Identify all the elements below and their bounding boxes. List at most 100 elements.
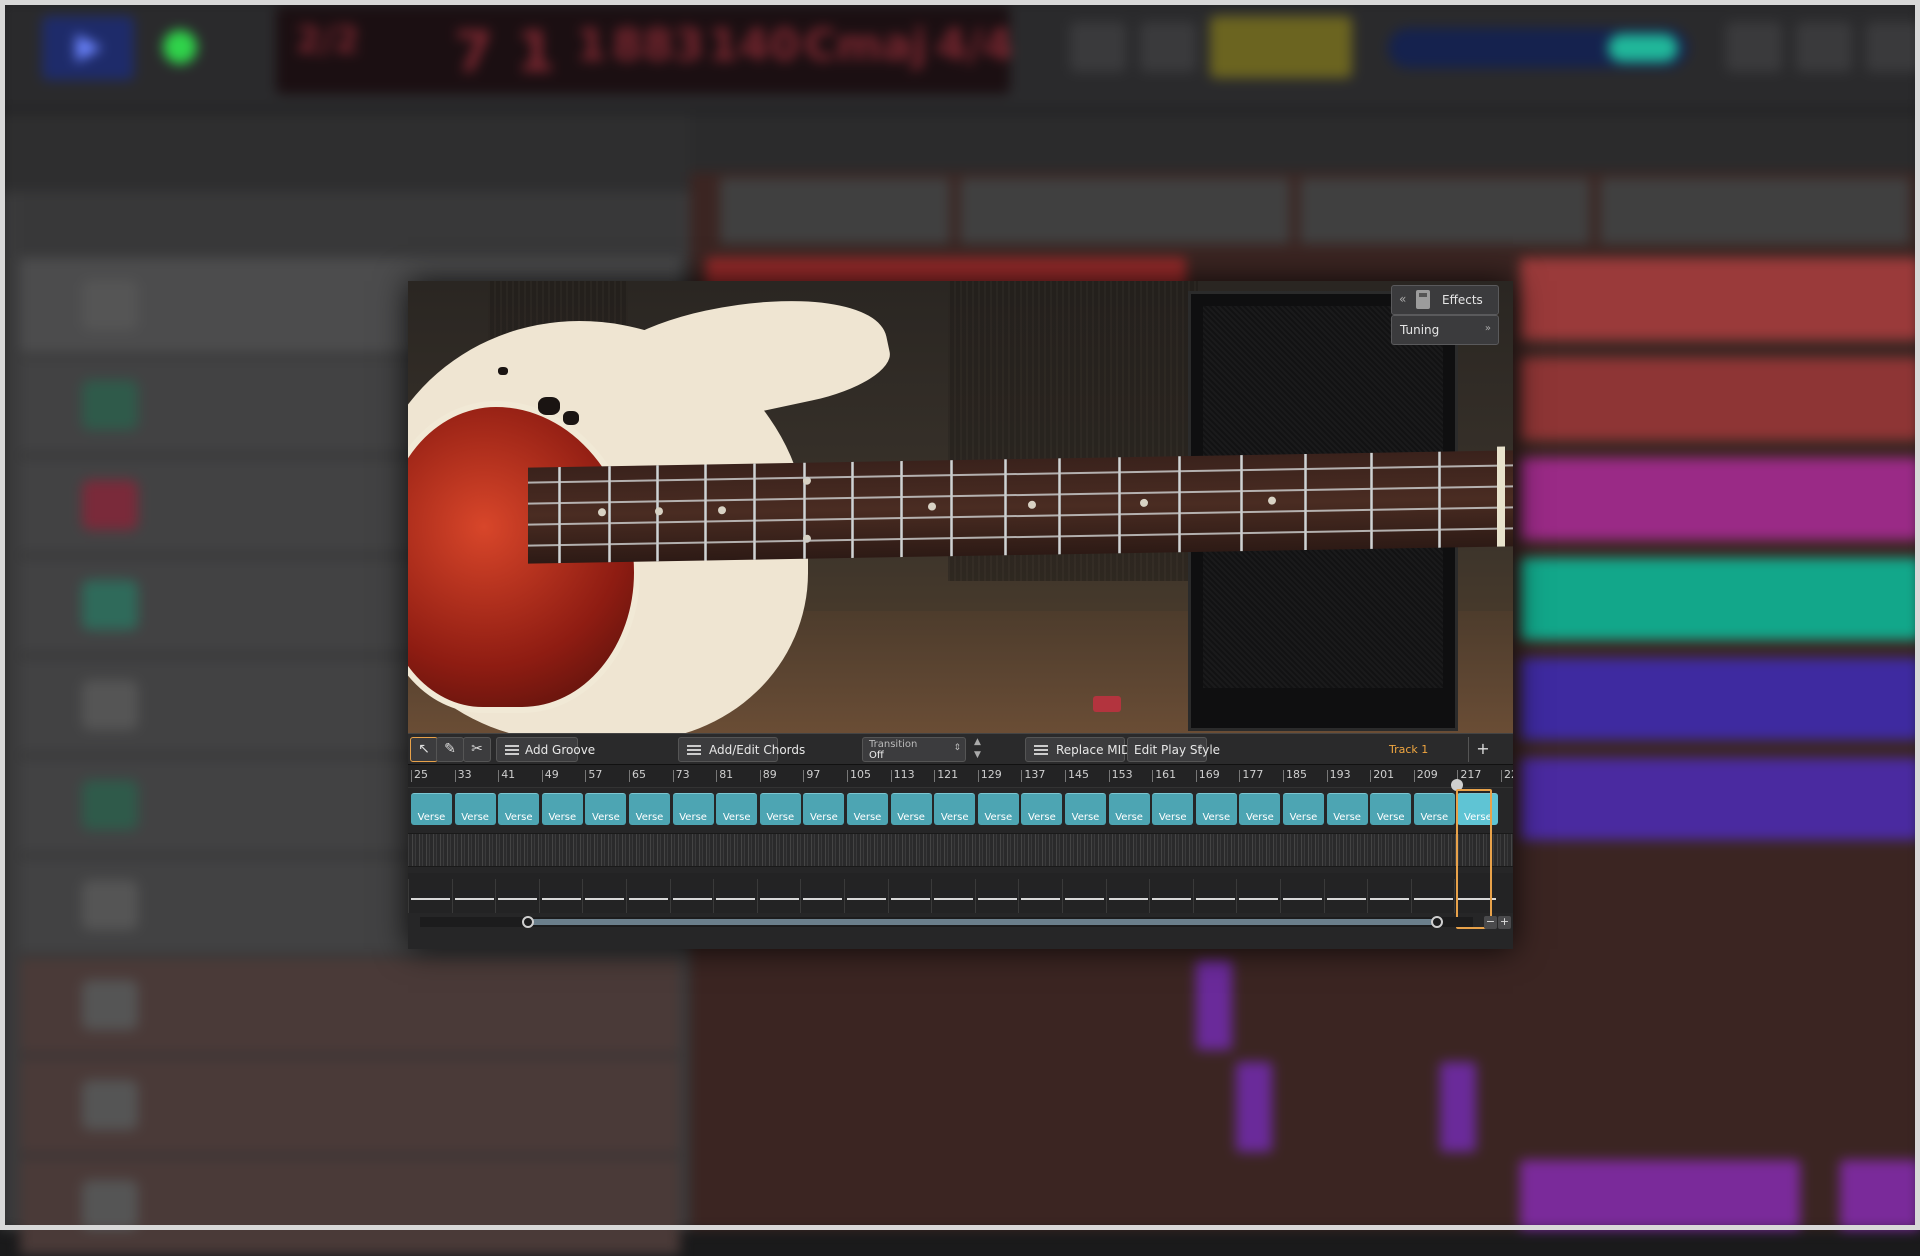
section-block[interactable]: Verse	[454, 793, 496, 825]
section-block[interactable]: Verse	[541, 793, 583, 825]
section-label: Verse	[853, 812, 882, 823]
bar-divider	[1062, 879, 1063, 913]
tuning-dropdown[interactable]: Tuning »	[1391, 315, 1499, 345]
controller-segment	[672, 898, 712, 900]
selected-region-outline[interactable]	[1456, 789, 1492, 929]
pencil-tool-button[interactable]: ✎	[436, 737, 464, 762]
pencil-icon: ✎	[444, 741, 456, 757]
section-label: Verse	[548, 812, 577, 823]
session-player-window: « Effects Tuning » ↖ ✎ ✂ Add Groove Add/…	[408, 281, 1513, 949]
bar-divider	[800, 879, 802, 913]
bg-region	[1520, 658, 1920, 740]
zoom-out-button[interactable]: −	[1484, 916, 1497, 929]
section-label: Verse	[897, 812, 925, 823]
groove-icon	[505, 745, 519, 755]
ruler-tick: 121	[934, 768, 959, 782]
section-block[interactable]: Verse	[1413, 793, 1455, 825]
bg-region	[1520, 758, 1920, 840]
bar-divider	[887, 879, 889, 913]
controller-segment	[847, 898, 886, 900]
section-block[interactable]: Verse	[1283, 793, 1324, 825]
ruler-tick: 22	[1501, 768, 1513, 782]
bg-btn	[1070, 22, 1126, 72]
bar-divider	[1323, 879, 1325, 913]
add-track-button[interactable]: +	[1468, 737, 1497, 762]
transition-stepper[interactable]: ▲ ▼	[970, 737, 990, 762]
controller-segment	[498, 898, 538, 900]
bg-volume-slider	[1388, 28, 1688, 68]
bar-divider	[582, 879, 584, 913]
chords-icon	[687, 745, 701, 755]
section-block[interactable]: Verse	[629, 793, 670, 825]
section-block[interactable]: Verse	[1108, 793, 1150, 825]
section-block[interactable]: Verse	[847, 793, 888, 825]
section-block[interactable]: Verse	[759, 793, 801, 825]
section-block[interactable]: Verse	[977, 793, 1019, 825]
section-label: Verse	[722, 812, 751, 823]
add-edit-chords-button[interactable]: Add/Edit Chords	[678, 737, 805, 762]
section-row: Verse Verse Verse Verse Verse Verse Verse Verse…	[408, 789, 1513, 827]
section-block[interactable]: Verse	[1021, 793, 1063, 825]
section-block[interactable]: Verse	[934, 793, 976, 825]
section-block[interactable]: Verse	[1326, 793, 1368, 825]
effects-button[interactable]: « Effects	[1391, 285, 1499, 315]
controller-segment	[454, 898, 494, 900]
section-label: Verse	[984, 812, 1013, 823]
section-block[interactable]: Verse	[1239, 793, 1281, 825]
bar-divider	[844, 879, 845, 913]
edit-play-style-button[interactable]: Edit Play Style ⇡	[1127, 737, 1220, 762]
edit-play-style-label: Edit Play Style	[1134, 743, 1221, 757]
section-label: Verse	[1028, 812, 1056, 823]
section-label: Verse	[679, 812, 707, 823]
section-block[interactable]: Verse	[716, 793, 758, 825]
bg-region	[1196, 960, 1232, 1050]
bar-divider	[626, 879, 627, 913]
section-block[interactable]: Verse	[803, 793, 845, 825]
zoom-in-button[interactable]: +	[1498, 916, 1511, 929]
bg-region	[1520, 258, 1920, 340]
section-block[interactable]: Verse	[585, 793, 627, 825]
add-groove-button[interactable]: Add Groove	[496, 737, 595, 762]
transition-select[interactable]: Transition Off ⇕	[862, 737, 966, 762]
bg-marker	[720, 178, 950, 244]
section-label: Verse	[1202, 812, 1231, 823]
bar-divider	[713, 879, 715, 913]
scissors-tool-button[interactable]: ✂	[463, 737, 491, 762]
section-label: Verse	[1115, 812, 1143, 823]
section-block[interactable]: Verse	[672, 793, 714, 825]
section-block[interactable]: Verse	[1195, 793, 1237, 825]
bg-lcd-display: 2/2 7 1 1 883 140 Cmaj 4/4	[276, 6, 1013, 94]
replace-midi-button[interactable]: Replace MIDI...	[1025, 737, 1145, 762]
transition-value: Off	[869, 750, 884, 761]
controller-segment	[1370, 898, 1410, 900]
ruler-tick: 137	[1021, 768, 1046, 782]
section-block[interactable]: Verse	[498, 793, 540, 825]
ruler-tick: 201	[1370, 768, 1395, 782]
controller-segment	[1195, 898, 1235, 900]
bar-ruler[interactable]: 25 33 41 49 57 65 73 81 89 97 105 113 121 129 137 145 15…	[408, 765, 1513, 788]
controller-segment	[1239, 898, 1279, 900]
track-name-label[interactable]: Track 1	[1389, 743, 1428, 756]
section-block[interactable]: Verse	[890, 793, 932, 825]
section-block[interactable]: Verse	[1065, 793, 1106, 825]
horizontal-scrollbar[interactable]	[420, 916, 1473, 928]
scroll-end-handle[interactable]	[1431, 916, 1443, 928]
section-block[interactable]: Verse	[1152, 793, 1194, 825]
bar-divider	[538, 879, 540, 913]
transition-label: Transition	[869, 739, 918, 750]
section-label: Verse	[766, 812, 795, 823]
ruler-tick: 89	[759, 768, 777, 782]
bg-control-bar: 2/2 7 1 1 883 140 Cmaj 4/4	[0, 0, 1920, 112]
section-label: Verse	[1071, 812, 1100, 823]
bg-region	[1440, 1062, 1476, 1152]
ruler-tick: 169	[1195, 768, 1220, 782]
controller-segment	[1108, 898, 1148, 900]
ruler-tick: 193	[1326, 768, 1351, 782]
controller-segment	[541, 898, 581, 900]
scroll-start-handle[interactable]	[522, 916, 534, 928]
section-block[interactable]: Verse	[411, 793, 452, 825]
ruler-tick: 73	[672, 768, 690, 782]
scroll-range[interactable]	[528, 919, 1436, 925]
section-block[interactable]: Verse	[1370, 793, 1412, 825]
pointer-tool-button[interactable]: ↖	[410, 737, 438, 762]
